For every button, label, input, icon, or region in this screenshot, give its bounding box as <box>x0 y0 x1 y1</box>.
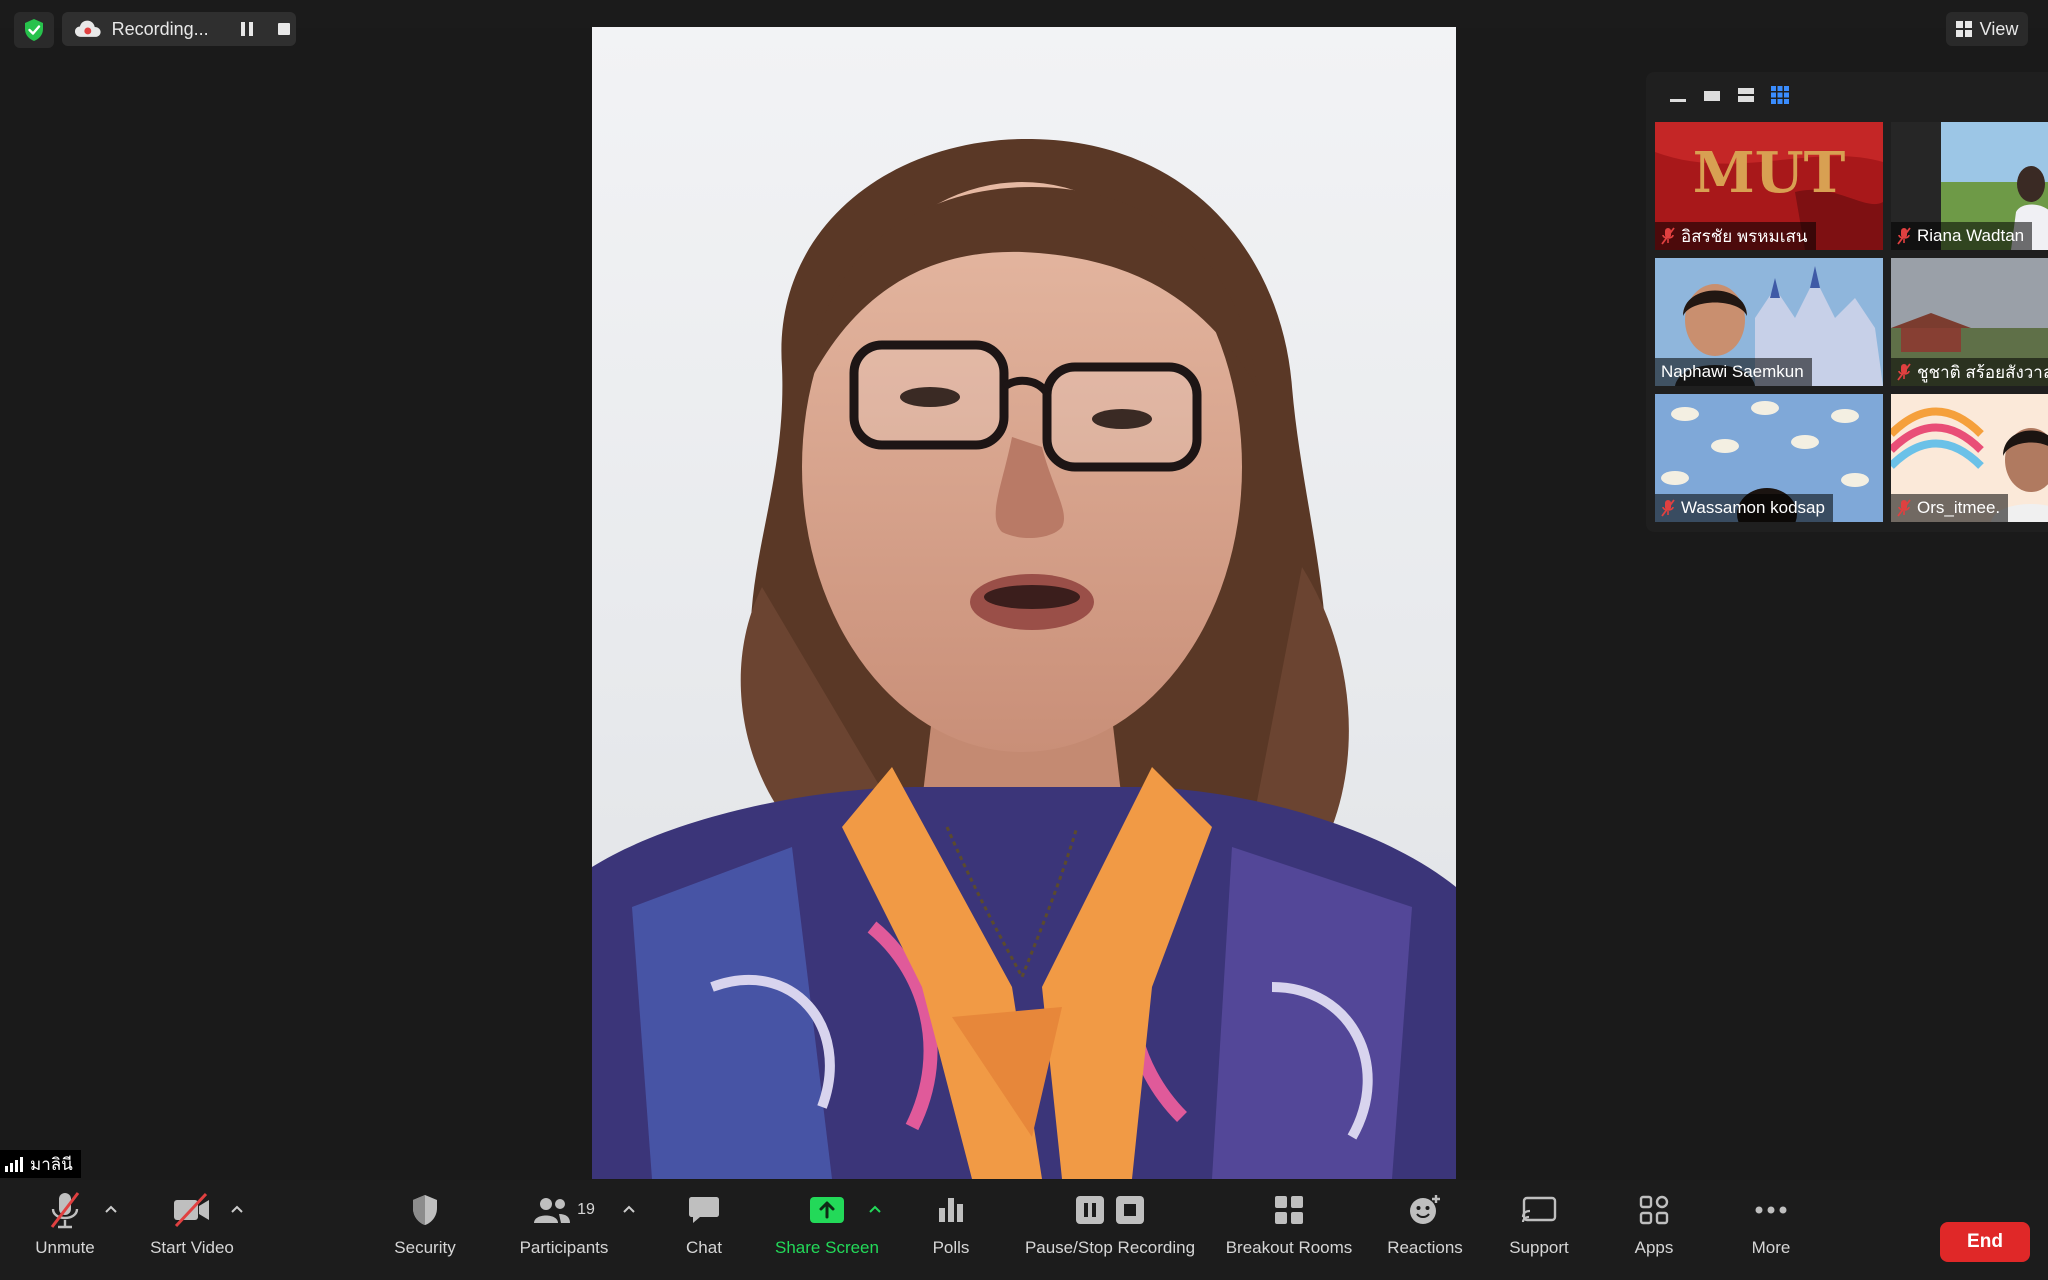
participants-icon <box>534 1198 571 1223</box>
recording-label: Recording... <box>111 18 209 39</box>
view-button[interactable]: View <box>1946 12 2028 46</box>
video-off-icon <box>174 1192 209 1228</box>
pause-icon <box>1076 1196 1104 1224</box>
breakout-rooms-button[interactable]: Breakout Rooms <box>1222 1188 1356 1278</box>
shield-check-icon <box>25 19 43 41</box>
end-meeting-button[interactable]: End <box>1940 1222 2030 1262</box>
cast-screen-icon <box>1521 1196 1557 1223</box>
gallery-panel: MUT อิสรชัย พรหมเสน Riana Wadtan Naphawi… <box>1646 72 2048 532</box>
security-status-badge[interactable] <box>14 12 54 48</box>
signal-strength-icon <box>5 1157 23 1172</box>
participant-tile[interactable]: Naphawi Saemkun <box>1655 258 1883 386</box>
stop-icon <box>278 23 291 35</box>
muted-mic-icon <box>50 1192 80 1229</box>
recording-indicator: Recording... <box>62 12 296 46</box>
pause-icon <box>240 22 253 36</box>
more-button[interactable]: More <box>1746 1188 1796 1278</box>
video-options-caret[interactable] <box>230 1202 244 1216</box>
pause-recording-button[interactable] <box>235 17 259 41</box>
security-button[interactable]: Security <box>388 1188 462 1278</box>
apps-icon <box>1639 1195 1669 1225</box>
polls-button[interactable]: Polls <box>928 1188 974 1278</box>
share-options-caret[interactable] <box>868 1202 882 1216</box>
support-button[interactable]: Support <box>1504 1188 1574 1278</box>
participants-button[interactable]: 19 Participants <box>516 1188 612 1278</box>
participant-tile[interactable]: ชูชาติ สร้อยสังวาล <box>1891 258 2048 386</box>
pause-stop-recording-button[interactable]: Pause/Stop Recording <box>1020 1188 1200 1278</box>
shield-icon <box>413 1195 437 1225</box>
breakout-rooms-icon <box>1275 1196 1303 1224</box>
muted-mic-icon <box>1897 363 1911 381</box>
participant-tile[interactable]: Wassamon kodsap <box>1655 394 1883 522</box>
two-row-strip-button[interactable] <box>1736 85 1756 110</box>
top-bar <box>0 0 2048 28</box>
share-screen-button[interactable]: Share Screen <box>772 1188 882 1278</box>
participant-name-label: อิสรชัย พรหมเสน <box>1655 222 1816 250</box>
active-speaker-video <box>592 27 1456 1179</box>
more-dots-icon <box>1755 1206 1787 1214</box>
minimize-gallery-button[interactable] <box>1668 85 1688 110</box>
emoji-smile-icon <box>1410 1195 1440 1224</box>
participant-name-label: Ors_itmee. <box>1891 494 2009 522</box>
unmute-button[interactable]: Unmute <box>28 1188 102 1278</box>
speaker-video-image <box>592 138 1456 1179</box>
mut-logo-text: MUT <box>1693 140 1846 206</box>
participant-tile[interactable]: Ors_itmee. <box>1891 394 2048 522</box>
grid-view-icon <box>1955 21 1972 37</box>
cloud-recording-icon <box>74 20 101 37</box>
muted-mic-icon <box>1897 499 1911 517</box>
single-tile-icon <box>1704 90 1720 101</box>
participant-tile[interactable]: Riana Wadtan <box>1891 122 2048 250</box>
stacked-tiles-icon <box>1738 87 1754 102</box>
share-screen-icon <box>810 1197 844 1223</box>
participants-count: 19 <box>577 1201 595 1218</box>
participants-options-caret[interactable] <box>622 1202 636 1216</box>
start-video-button[interactable]: Start Video <box>144 1188 240 1278</box>
muted-mic-icon <box>1661 499 1675 517</box>
muted-mic-icon <box>1661 227 1675 245</box>
chat-button[interactable]: Chat <box>680 1188 728 1278</box>
participant-tile[interactable]: MUT อิสรชัย พรหมเสน <box>1655 122 1883 250</box>
bar-chart-icon <box>939 1198 963 1222</box>
muted-mic-icon <box>1897 227 1911 245</box>
meeting-toolbar: Unmute Start Video Security 19 Participa… <box>0 1180 2048 1280</box>
apps-button[interactable]: Apps <box>1630 1188 1678 1278</box>
chat-bubble-icon <box>689 1197 719 1223</box>
participant-name-label: Naphawi Saemkun <box>1655 358 1812 386</box>
audio-options-caret[interactable] <box>104 1202 118 1216</box>
reactions-button[interactable]: Reactions <box>1382 1188 1468 1278</box>
participant-name-label: Riana Wadtan <box>1891 222 2033 250</box>
participant-name-label: Wassamon kodsap <box>1655 494 1833 522</box>
gallery-grid-button[interactable] <box>1770 85 1790 110</box>
stop-recording-button[interactable] <box>272 17 296 41</box>
speaker-strip-button[interactable] <box>1702 85 1722 110</box>
gallery-layout-controls <box>1668 82 1790 112</box>
stop-icon <box>1116 1196 1144 1224</box>
grid-tiles-icon <box>1771 85 1789 104</box>
active-speaker-label: มาลินี <box>0 1150 81 1178</box>
minimize-icon <box>1670 98 1686 102</box>
participant-name-label: ชูชาติ สร้อยสังวาล <box>1891 358 2048 386</box>
view-label: View <box>1979 18 2019 39</box>
